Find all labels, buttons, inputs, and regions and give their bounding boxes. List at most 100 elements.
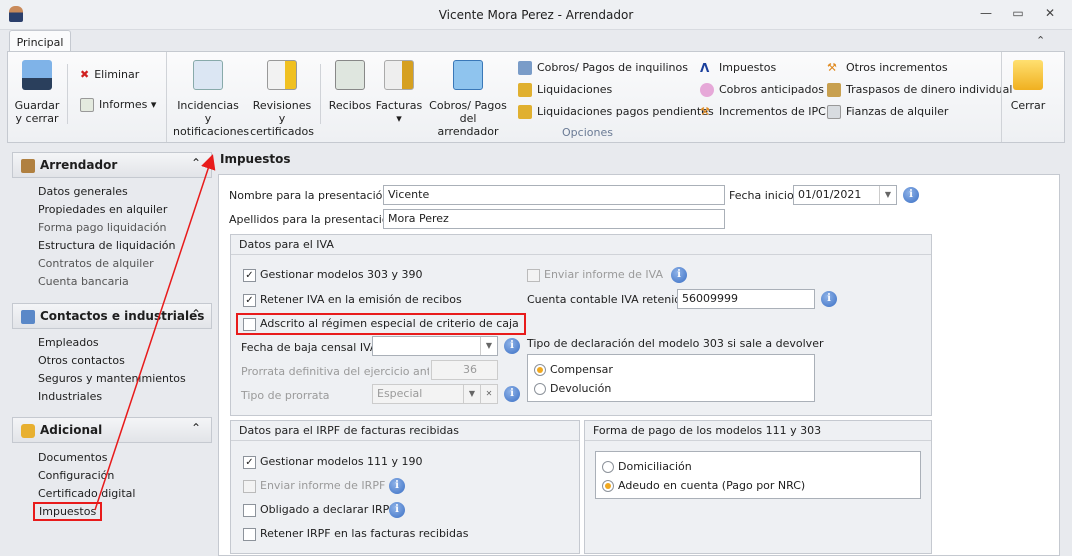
reports-button[interactable]: Informes ▾ <box>80 98 156 112</box>
envelope-check-icon <box>193 60 223 90</box>
manage-111-checkbox[interactable]: ✓ Gestionar modelos 111 y 190 <box>243 455 423 469</box>
tenant-icon <box>518 61 532 75</box>
account-input[interactable]: 56009999 <box>677 289 815 309</box>
prorrata-type-select[interactable]: Especial ▼ ✕ <box>372 384 498 404</box>
info-icon[interactable]: i <box>389 502 405 518</box>
sidebar-item-empleados[interactable]: Empleados <box>38 336 99 349</box>
sidebar-item-propiedades[interactable]: Propiedades en alquiler <box>38 203 167 216</box>
option-other-increments[interactable]: ⚒ Otros incrementos <box>827 61 948 75</box>
bell-document-icon <box>267 60 297 90</box>
sidebar-item-contratos[interactable]: Contratos de alquiler <box>38 257 154 270</box>
send-irpf-report-checkbox[interactable]: Enviar informe de IRPF <box>243 479 385 493</box>
sidebar-item-estructura[interactable]: Estructura de liquidación <box>38 239 175 252</box>
cash-regime-checkbox[interactable]: Adscrito al régimen especial de criterio… <box>236 313 526 335</box>
sidebar-item-cuenta-bancaria[interactable]: Cuenta bancaria <box>38 275 129 288</box>
radio-compensar[interactable]: Compensar <box>534 363 613 376</box>
start-date-input[interactable]: 01/01/2021 ▼ <box>793 185 897 205</box>
option-advance-payments[interactable]: Cobros anticipados <box>700 83 824 97</box>
retain-irpf-checkbox[interactable]: Retener IRPF en las facturas recibidas <box>243 527 468 541</box>
calculator-icon <box>453 60 483 90</box>
contacts-icon <box>21 309 35 324</box>
collapse-icon[interactable]: ⌃ <box>191 421 201 435</box>
collapse-icon[interactable]: ⌃ <box>191 307 201 321</box>
info-icon[interactable]: i <box>504 386 520 402</box>
option-pending-settlements[interactable]: Liquidaciones pagos pendientes <box>518 105 714 119</box>
close-button[interactable]: Cerrar <box>1008 60 1048 112</box>
safe-icon <box>827 105 841 119</box>
info-icon[interactable]: i <box>671 267 687 283</box>
info-icon[interactable]: i <box>389 478 405 494</box>
payment-group: Forma de pago de los modelos 111 y 303 D… <box>584 420 932 554</box>
invoices-button[interactable]: Facturas ▾ <box>374 60 424 125</box>
start-date-label: Fecha inicio: <box>729 189 798 202</box>
option-deposits[interactable]: Fianzas de alquiler <box>827 105 948 119</box>
dropdown-icon[interactable]: ▼ <box>480 337 497 355</box>
minimize-button[interactable]: — <box>976 6 996 22</box>
save-close-button[interactable]: Guardar y cerrar <box>14 60 60 125</box>
sidebar-item-impuestos[interactable]: Impuestos <box>33 502 103 521</box>
payment-radiogroup: Domiciliación Adeudo en cuenta (Pago por… <box>595 451 921 499</box>
folder-close-icon <box>1013 60 1043 90</box>
delete-button[interactable]: ✖ Eliminar <box>80 68 139 81</box>
send-iva-report-checkbox[interactable]: Enviar informe de IVA <box>527 268 663 282</box>
delete-icon: ✖ <box>80 68 90 81</box>
prorrata-label: Prorrata definitiva del ejercicio anteri… <box>241 365 429 378</box>
info-icon[interactable]: i <box>903 187 919 203</box>
radio-domiciliacion[interactable]: Domiciliación <box>602 460 692 473</box>
radio-adeudo[interactable]: Adeudo en cuenta (Pago por NRC) <box>602 479 805 492</box>
option-taxes[interactable]: Λ Impuestos <box>700 61 776 75</box>
collapse-ribbon-icon[interactable]: ⌃ <box>1036 34 1045 47</box>
tab-principal[interactable]: Principal <box>9 30 71 52</box>
restore-button[interactable]: ▭ <box>1008 6 1028 22</box>
dropdown-icon[interactable]: ▼ <box>463 385 480 403</box>
surname-input[interactable]: Mora Perez <box>383 209 725 229</box>
retain-iva-checkbox[interactable]: ✓ Retener IVA en la emisión de recibos <box>243 293 462 307</box>
sidebar-item-forma-pago[interactable]: Forma pago liquidación <box>38 221 167 234</box>
receipt-icon <box>335 60 365 90</box>
taxes-form: Nombre para la presentación: Vicente Fec… <box>218 174 1060 556</box>
name-input[interactable]: Vicente <box>383 185 725 205</box>
close-window-button[interactable]: ✕ <box>1040 6 1060 22</box>
option-settlements[interactable]: Liquidaciones <box>518 83 612 97</box>
sidebar-item-industriales[interactable]: Industriales <box>38 390 102 403</box>
manage-303-checkbox[interactable]: ✓ Gestionar modelos 303 y 390 <box>243 268 423 282</box>
sidebar-item-documentos[interactable]: Documentos <box>38 451 107 464</box>
clear-icon[interactable]: ✕ <box>480 385 497 403</box>
radio-devolucion[interactable]: Devolución <box>534 382 611 395</box>
option-ipc[interactable]: ⚒ Incrementos de IPC <box>700 105 826 119</box>
sidebar-item-otros-contactos[interactable]: Otros contactos <box>38 354 125 367</box>
sidebar-item-configuracion[interactable]: Configuración <box>38 469 114 482</box>
tax-agency-icon: Λ <box>700 61 710 75</box>
option-money-transfer[interactable]: Traspasos de dinero individual <box>827 83 1012 97</box>
landlord-payments-button[interactable]: Cobros/ Pagos del arrendador <box>428 60 508 138</box>
option-tenant-payments[interactable]: Cobros/ Pagos de inquilinos <box>518 61 688 75</box>
info-icon[interactable]: i <box>821 291 837 307</box>
name-label: Nombre para la presentación: <box>229 189 394 202</box>
landlord-icon <box>21 158 35 173</box>
prorrata-type-label: Tipo de prorrata <box>241 389 330 402</box>
group-header-adicional[interactable]: Adicional ⌃ <box>12 417 212 443</box>
obliged-irpf-checkbox[interactable]: Obligado a declarar IRPF <box>243 503 396 517</box>
ribbon: Guardar y cerrar ✖ Eliminar Informes ▾ In… <box>7 51 1065 143</box>
group-header-arrendador[interactable]: Arrendador ⌃ <box>12 152 212 178</box>
group-header-contactos[interactable]: Contactos e industriales ⌃ <box>12 303 212 329</box>
options-group-label: Opciones <box>562 126 613 139</box>
collapse-icon[interactable]: ⌃ <box>191 156 201 170</box>
incidences-button[interactable]: Incidencias y notificaciones <box>173 60 249 138</box>
info-icon[interactable]: i <box>504 338 520 354</box>
census-date-input[interactable]: ▼ <box>372 336 498 356</box>
increment-icon: ⚒ <box>827 61 837 74</box>
irpf-group: Datos para el IRPF de facturas recibidas… <box>230 420 580 554</box>
receipts-button[interactable]: Recibos <box>326 60 374 112</box>
dropdown-icon[interactable]: ▼ <box>879 186 896 204</box>
settlement-icon <box>518 105 532 119</box>
sidebar-item-datos-generales[interactable]: Datos generales <box>38 185 128 198</box>
settlement-icon <box>518 83 532 97</box>
prorrata-spinner[interactable]: 36 <box>431 360 498 380</box>
sidebar-item-certificado[interactable]: Certificado digital <box>38 487 135 500</box>
census-date-label: Fecha de baja censal IVA <box>241 341 378 354</box>
sidebar: Arrendador ⌃ Datos generales Propiedades … <box>12 150 212 556</box>
window-title: Vicente Mora Perez - Arrendador <box>438 8 634 22</box>
revisions-button[interactable]: Revisiones y certificados <box>248 60 316 138</box>
sidebar-item-seguros[interactable]: Seguros y mantenimientos <box>38 372 186 385</box>
